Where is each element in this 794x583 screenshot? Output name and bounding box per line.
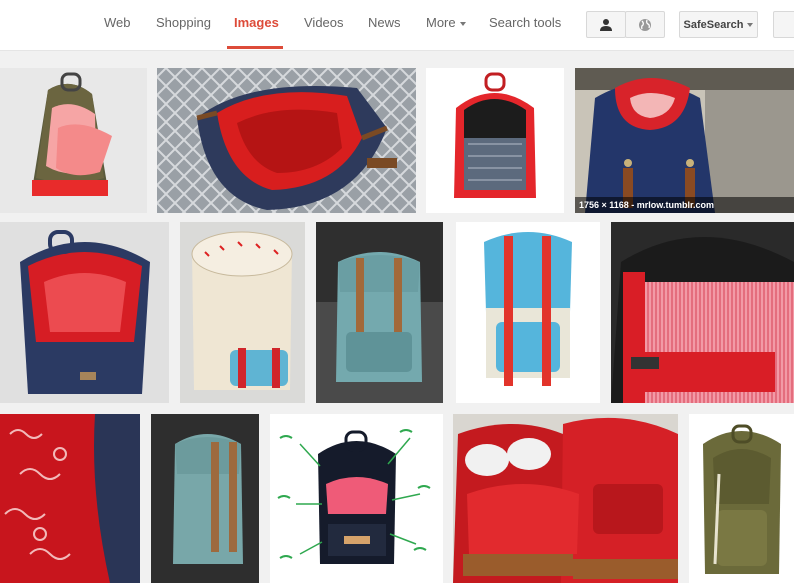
image-thumbnail [689, 414, 794, 583]
image-result[interactable] [426, 68, 564, 213]
tab-more[interactable]: More [426, 15, 466, 30]
tab-news[interactable]: News [368, 15, 401, 30]
image-thumbnail [180, 222, 305, 403]
image-result[interactable] [453, 414, 678, 583]
person-icon [600, 18, 612, 31]
image-thumbnail [0, 414, 140, 583]
image-thumbnail [453, 414, 678, 583]
image-thumbnail [426, 68, 564, 213]
tab-web[interactable]: Web [104, 15, 131, 30]
image-thumbnail [316, 222, 443, 403]
image-result[interactable] [151, 414, 259, 583]
safesearch-label: SafeSearch [683, 18, 744, 31]
image-thumbnail [575, 68, 794, 213]
image-result[interactable] [611, 222, 794, 403]
globe-button[interactable] [625, 11, 665, 38]
image-results-grid: 1756 × 1168 - mrlow.tumblr.com [0, 51, 794, 583]
image-result[interactable] [0, 414, 140, 583]
image-result[interactable] [0, 222, 169, 403]
image-result[interactable] [689, 414, 794, 583]
image-result[interactable] [157, 68, 416, 213]
tab-more-label: More [426, 15, 456, 30]
image-result[interactable] [316, 222, 443, 403]
image-thumbnail [611, 222, 794, 403]
image-result[interactable] [270, 414, 443, 583]
image-result[interactable]: 1756 × 1168 - mrlow.tumblr.com [575, 68, 794, 213]
chevron-down-icon [747, 22, 754, 27]
image-thumbnail [0, 222, 169, 403]
image-thumbnail [270, 414, 443, 583]
image-thumbnail [0, 68, 147, 213]
image-thumbnail [151, 414, 259, 583]
image-thumbnail [456, 222, 600, 403]
account-button[interactable] [586, 11, 626, 38]
globe-icon [639, 18, 651, 31]
tab-images[interactable]: Images [234, 15, 279, 30]
image-result[interactable] [0, 68, 147, 213]
top-navigation-bar: Web Shopping Images Videos News More Sea… [0, 0, 794, 51]
image-result[interactable] [180, 222, 305, 403]
safesearch-dropdown[interactable]: SafeSearch [679, 11, 758, 38]
settings-button-partial[interactable] [773, 11, 794, 38]
image-thumbnail [157, 68, 416, 213]
tab-search-tools[interactable]: Search tools [489, 15, 561, 30]
image-result[interactable] [456, 222, 600, 403]
tab-videos[interactable]: Videos [304, 15, 344, 30]
active-tab-indicator [227, 46, 283, 49]
image-hover-caption: 1756 × 1168 - mrlow.tumblr.com [575, 197, 794, 213]
tab-shopping[interactable]: Shopping [156, 15, 211, 30]
chevron-down-icon [459, 21, 466, 26]
